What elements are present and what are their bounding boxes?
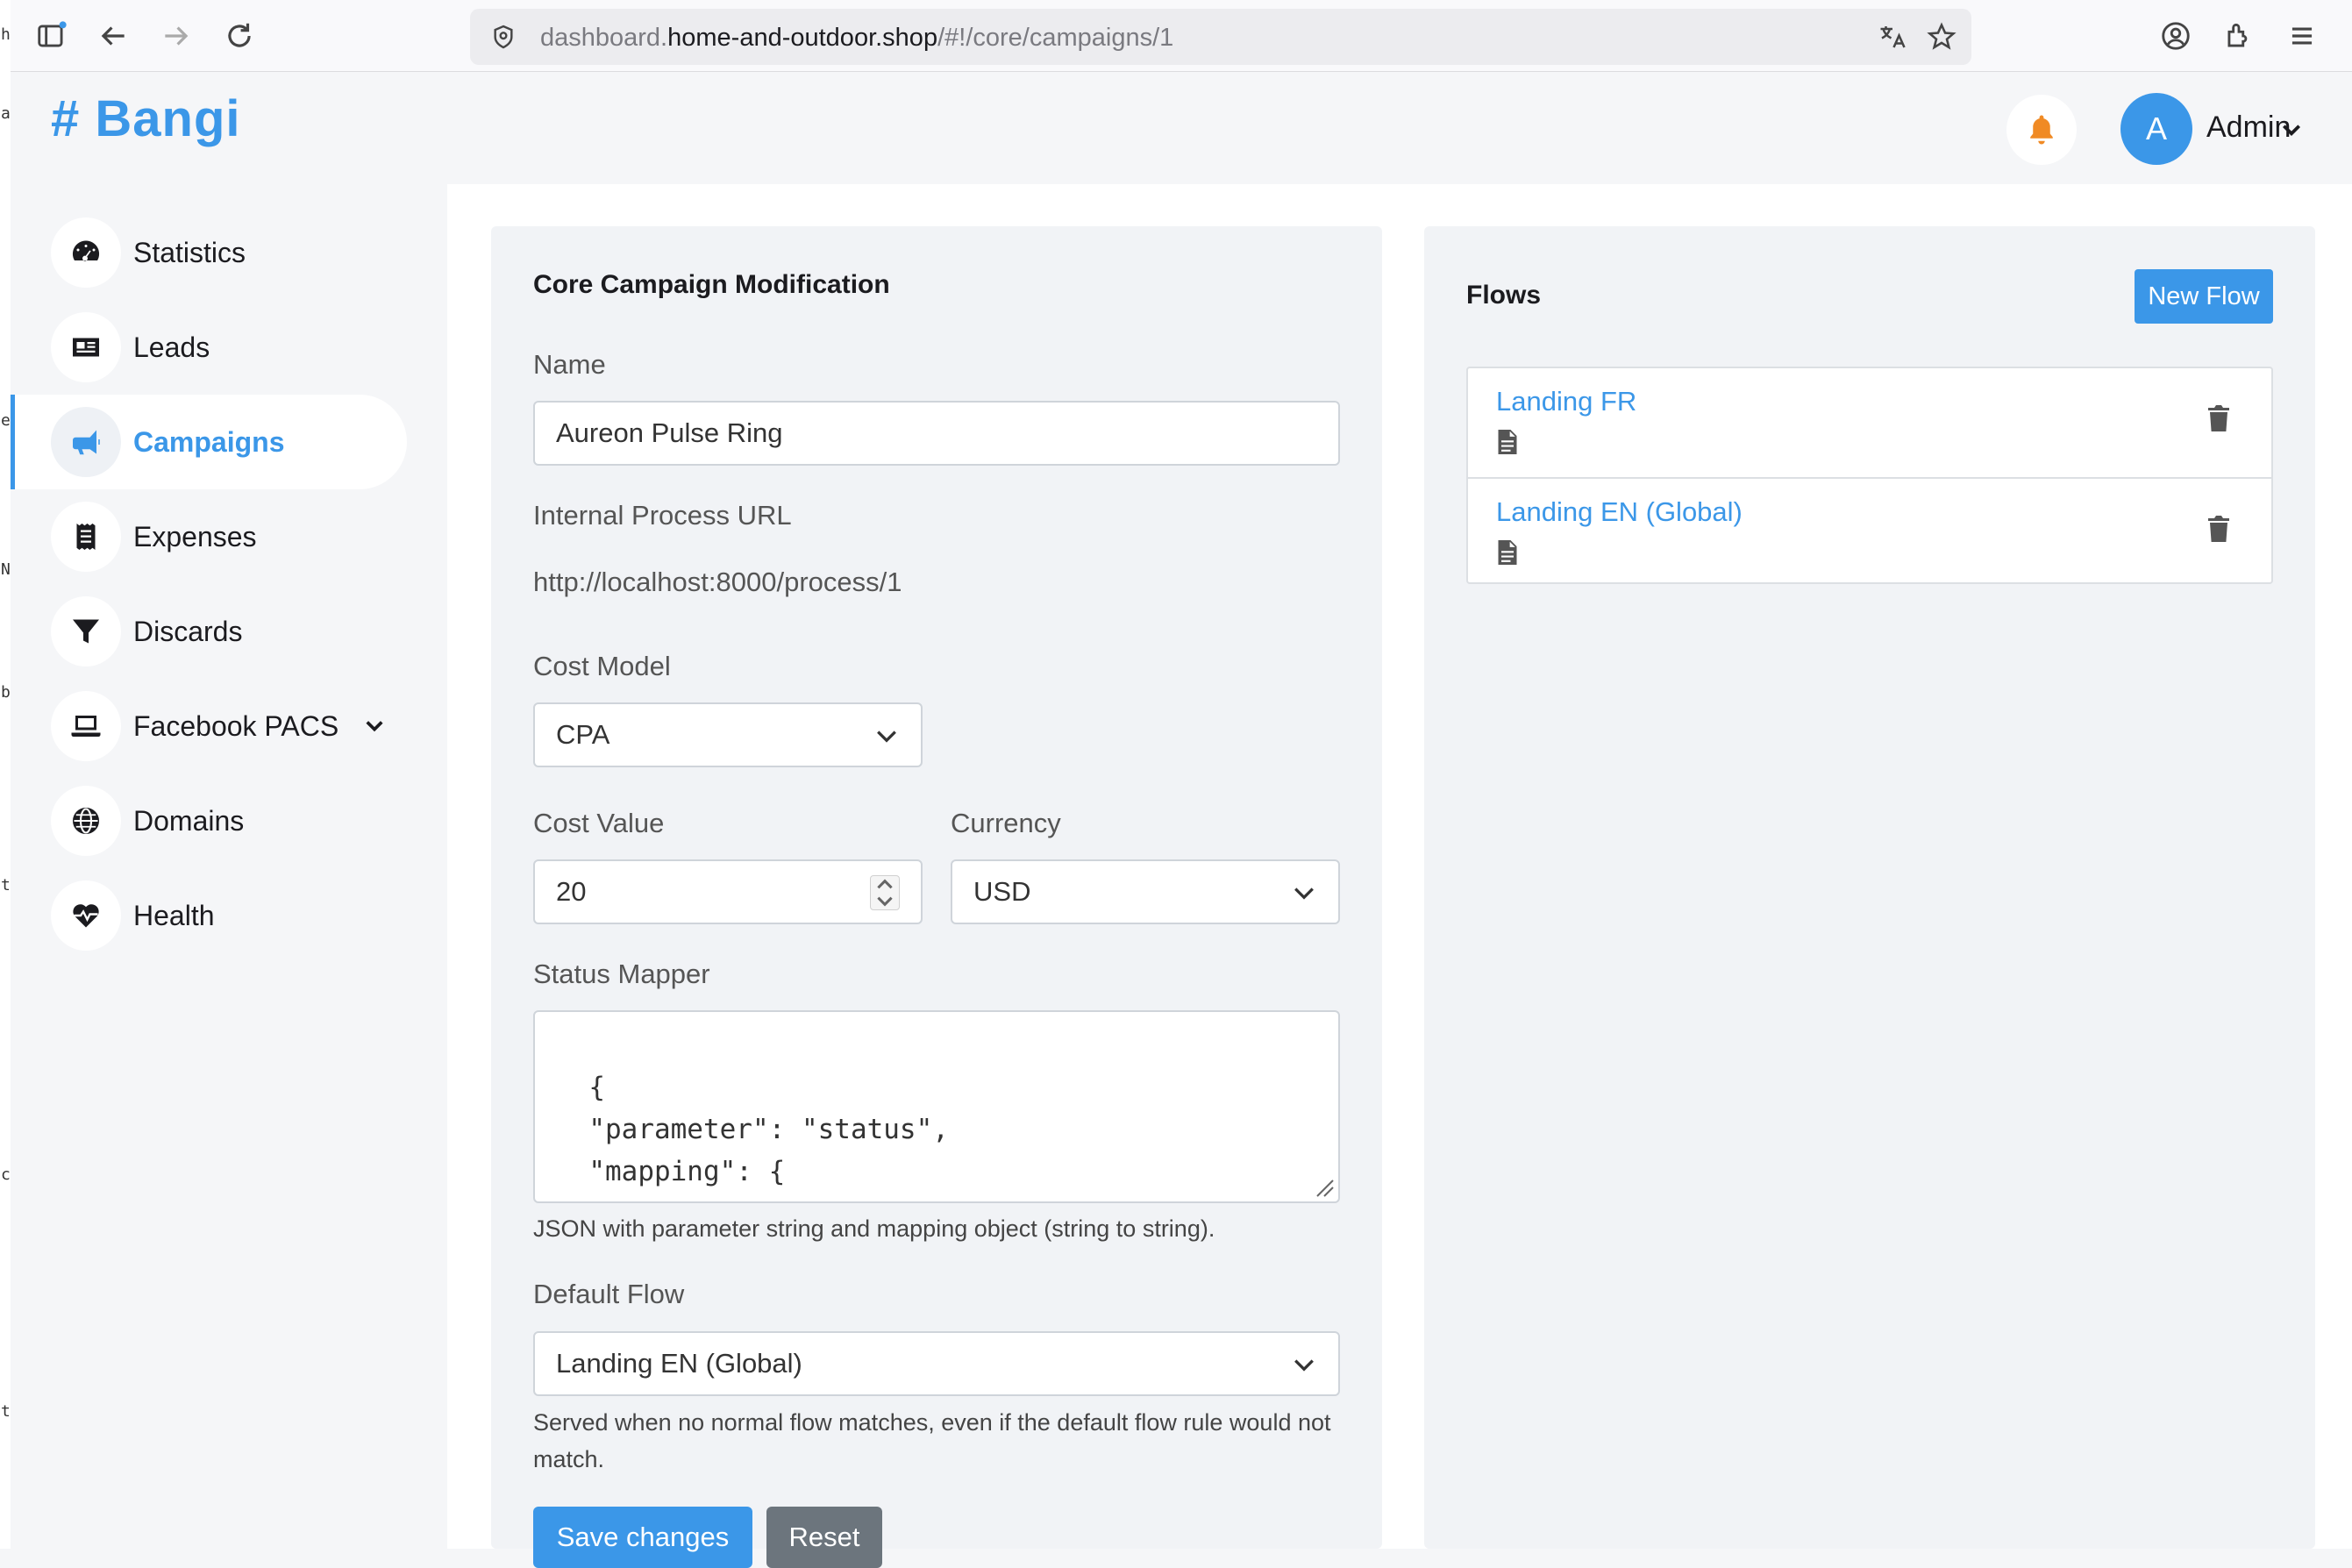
url-text: dashboard.home-and-outdoor.shop/#!/core/… bbox=[540, 24, 1174, 52]
list-item: Landing FR bbox=[1468, 368, 2271, 477]
new-flow-button[interactable]: New Flow bbox=[2135, 269, 2273, 324]
menu-icon[interactable] bbox=[2285, 19, 2319, 53]
globe-icon bbox=[51, 786, 121, 856]
forward-arrow-icon[interactable] bbox=[160, 19, 193, 53]
notifications-button[interactable] bbox=[2006, 95, 2077, 165]
status-mapper-label: Status Mapper bbox=[533, 959, 710, 989]
chevron-down-icon[interactable] bbox=[365, 719, 384, 733]
reset-button[interactable]: Reset bbox=[766, 1507, 882, 1568]
number-stepper-icon[interactable] bbox=[870, 875, 900, 910]
default-flow-select[interactable]: Landing EN (Global) bbox=[533, 1331, 1340, 1396]
cost-value-input[interactable]: 20 bbox=[533, 859, 923, 924]
trash-icon[interactable] bbox=[2206, 514, 2231, 542]
internal-url-label: Internal Process URL bbox=[533, 500, 792, 531]
cost-value-label: Cost Value bbox=[533, 808, 665, 838]
chevron-down-icon bbox=[1294, 1359, 1314, 1372]
laptop-icon bbox=[51, 691, 121, 761]
sidebar-item-label: Domains bbox=[133, 804, 245, 837]
document-icon bbox=[1498, 430, 1517, 454]
gauge-icon bbox=[51, 217, 121, 288]
bookmark-star-icon[interactable] bbox=[1926, 21, 1957, 53]
account-icon[interactable] bbox=[2159, 19, 2192, 53]
cost-model-label: Cost Model bbox=[533, 651, 671, 681]
form-title: Core Campaign Modification bbox=[533, 270, 890, 299]
sidebar-item-label: Discards bbox=[133, 615, 243, 647]
chevron-down-icon[interactable] bbox=[2280, 121, 2303, 139]
chevron-down-icon bbox=[1294, 887, 1314, 900]
bell-icon bbox=[2030, 115, 2053, 145]
sidebar-toggle-icon[interactable] bbox=[35, 19, 68, 53]
currency-label: Currency bbox=[951, 808, 1061, 838]
receipt-icon bbox=[51, 502, 121, 572]
browser-toolbar: dashboard.home-and-outdoor.shop/#!/core/… bbox=[11, 0, 2352, 72]
shield-icon bbox=[489, 23, 517, 51]
status-mapper-help: JSON with parameter string and mapping o… bbox=[533, 1215, 1215, 1242]
list-item: Landing EN (Global) bbox=[1468, 477, 2271, 586]
name-label: Name bbox=[533, 349, 606, 380]
trash-icon[interactable] bbox=[2206, 403, 2231, 431]
chevron-down-icon bbox=[877, 731, 896, 743]
sidebar-item-statistics[interactable]: Statistics bbox=[51, 205, 402, 300]
sidebar-item-label: Health bbox=[133, 899, 215, 931]
flow-link[interactable]: Landing EN (Global) bbox=[1496, 496, 1743, 528]
sidebar-item-label: Campaigns bbox=[133, 425, 285, 458]
default-flow-help: Served when no normal flow matches, even… bbox=[533, 1409, 1331, 1472]
sidebar-item-label: Leads bbox=[133, 331, 210, 363]
address-bar[interactable]: dashboard.home-and-outdoor.shop/#!/core/… bbox=[470, 9, 1971, 65]
currency-select[interactable]: USD bbox=[951, 859, 1340, 924]
sidebar-item-label: Expenses bbox=[133, 520, 257, 552]
resize-handle-icon[interactable] bbox=[1314, 1177, 1335, 1198]
flows-title: Flows bbox=[1466, 281, 1542, 310]
flow-list: Landing FR Landing EN (Global) bbox=[1466, 367, 2273, 584]
internal-url-value: http://localhost:8000/process/1 bbox=[533, 567, 902, 597]
heartbeat-icon bbox=[51, 880, 121, 951]
megaphone-icon bbox=[51, 407, 121, 477]
document-icon bbox=[1498, 540, 1517, 565]
filter-icon bbox=[51, 596, 121, 666]
user-avatar[interactable]: A bbox=[2120, 93, 2192, 165]
sidebar-item-facebook-pacs[interactable]: Facebook PACS bbox=[51, 679, 402, 773]
sidebar-item-domains[interactable]: Domains bbox=[51, 773, 402, 868]
sidebar-item-label: Statistics bbox=[133, 236, 246, 268]
status-mapper-textarea[interactable]: { "parameter": "status", "mapping": { "d… bbox=[533, 1010, 1340, 1203]
user-name[interactable]: Admin bbox=[2206, 110, 2291, 145]
id-card-icon bbox=[51, 312, 121, 382]
sidebar-item-discards[interactable]: Discards bbox=[51, 584, 402, 679]
cost-model-select[interactable]: CPA bbox=[533, 702, 923, 767]
sidebar-item-expenses[interactable]: Expenses bbox=[51, 489, 402, 584]
translate-icon[interactable] bbox=[1877, 21, 1908, 53]
background-terminal-strip: h a e N b t c t bbox=[0, 0, 11, 1549]
brand-logo[interactable]: # Bangi bbox=[51, 89, 241, 148]
sidebar-item-leads[interactable]: Leads bbox=[51, 300, 402, 395]
sidebar-item-campaigns[interactable]: Campaigns bbox=[11, 395, 407, 489]
name-input[interactable]: Aureon Pulse Ring bbox=[533, 401, 1340, 466]
reload-icon[interactable] bbox=[223, 19, 256, 53]
default-flow-label: Default Flow bbox=[533, 1279, 685, 1309]
sidebar-item-health[interactable]: Health bbox=[51, 868, 402, 963]
extensions-icon[interactable] bbox=[2222, 19, 2256, 53]
save-button[interactable]: Save changes bbox=[533, 1507, 752, 1568]
back-arrow-icon[interactable] bbox=[96, 19, 130, 53]
flow-link[interactable]: Landing FR bbox=[1496, 386, 1636, 417]
sidebar-item-label: Facebook PACS bbox=[133, 709, 339, 742]
